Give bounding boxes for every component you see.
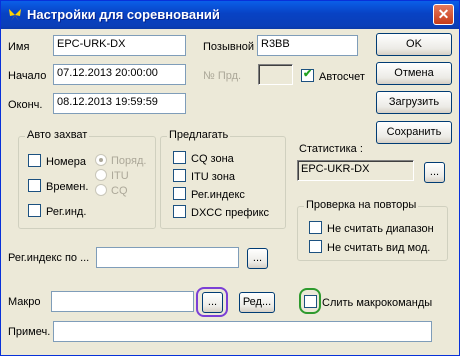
checkbox-icon: [304, 295, 317, 308]
start-field[interactable]: 07.12.2013 20:00:00: [53, 64, 186, 85]
checkbox-icon: [173, 151, 186, 164]
window-title: Настройки для соревнований: [27, 7, 220, 22]
radio-cq[interactable]: CQ: [95, 184, 128, 197]
name-field[interactable]: EPC-URK-DX: [53, 35, 186, 56]
radio-icon: [95, 184, 107, 196]
checkbox-label: CQ зона: [191, 153, 234, 165]
suggest-group: Предлагать CQ зона ITU зона Рег.индекс D…: [160, 129, 286, 229]
radio-icon: [95, 154, 107, 166]
autocount-label: Автосчет: [319, 71, 365, 83]
prev-no-field[interactable]: [258, 64, 293, 85]
auto-capture-group: Авто захват Номера Времен. Рег.инд. Поря…: [18, 129, 156, 229]
start-label: Начало: [8, 70, 47, 82]
checkbox-label: Не считать диапазон: [327, 223, 434, 235]
regindex-browse-button[interactable]: ...: [247, 248, 268, 269]
end-label: Оконч.: [8, 99, 43, 111]
suggest-regindex-checkbox[interactable]: Рег.индекс: [173, 187, 245, 201]
callsign-label: Позывной: [203, 41, 255, 53]
suggest-itu-zone-checkbox[interactable]: ITU зона: [173, 169, 235, 183]
settings-dialog: Настройки для соревнований ✕ Имя EPC-URK…: [0, 0, 460, 356]
cancel-button[interactable]: Отмена: [376, 62, 452, 85]
checkbox-label: Номера: [46, 156, 86, 168]
statistics-field[interactable]: EPC-UKR-DX: [297, 160, 414, 181]
checkbox-label: Рег.индекс: [191, 189, 245, 201]
suggest-title: Предлагать: [167, 129, 231, 141]
radio-label: CQ: [111, 185, 128, 197]
suggest-dxcc-checkbox[interactable]: DXCC префикс: [173, 205, 269, 219]
macro-label: Макро: [8, 296, 41, 308]
regindex-label: Рег.индекс по ...: [8, 252, 90, 264]
callsign-field[interactable]: R3BB: [257, 35, 358, 56]
ignore-band-checkbox[interactable]: Не считать диапазон: [309, 221, 434, 235]
checkbox-icon: [309, 221, 322, 234]
checkbox-icon: [28, 179, 41, 192]
checkbox-label: Рег.инд.: [46, 206, 87, 218]
close-button[interactable]: ✕: [433, 4, 454, 25]
macro-field[interactable]: [51, 291, 194, 312]
auto-capture-title: Авто захват: [25, 129, 90, 141]
checkbox-icon: [173, 187, 186, 200]
save-button[interactable]: Сохранить: [376, 121, 452, 144]
macro-browse-button[interactable]: ...: [202, 292, 223, 313]
note-field[interactable]: [53, 321, 432, 342]
ignore-mode-checkbox[interactable]: Не считать вид мод.: [309, 240, 430, 254]
checkbox-label: Не считать вид мод.: [327, 242, 431, 254]
repeat-check-group: Проверка на повторы Не считать диапазон …: [297, 199, 448, 261]
butterfly-icon: [9, 9, 21, 21]
checkbox-icon: [309, 240, 322, 253]
checkbox-icon: [28, 154, 41, 167]
title-bar[interactable]: Настройки для соревнований ✕: [1, 1, 459, 29]
radio-label: Поряд.: [111, 155, 147, 167]
macro-edit-button[interactable]: Ред...: [239, 292, 275, 313]
suggest-cq-zone-checkbox[interactable]: CQ зона: [173, 151, 234, 165]
name-label: Имя: [8, 41, 30, 53]
ok-button[interactable]: OK: [376, 33, 452, 56]
statistics-browse-button[interactable]: ...: [424, 162, 445, 183]
merge-macros-checkbox[interactable]: Слить макрокоманды: [304, 295, 432, 309]
radio-label: ITU: [111, 170, 129, 182]
checkbox-label: Времен.: [46, 181, 89, 193]
merge-macros-label: Слить макрокоманды: [322, 297, 433, 309]
checkbox-label: DXCC префикс: [191, 207, 270, 219]
regindex-field[interactable]: [96, 247, 239, 268]
autocount-checkbox[interactable]: Автосчет: [301, 67, 365, 83]
radio-icon: [95, 169, 107, 181]
end-field[interactable]: 08.12.2013 19:59:59: [53, 93, 186, 114]
radio-order[interactable]: Поряд.: [95, 154, 146, 167]
auto-capture-regind-checkbox[interactable]: Рег.инд.: [28, 204, 86, 218]
checkbox-icon: [173, 169, 186, 182]
prev-no-label: № Прд.: [203, 70, 242, 82]
repeat-check-title: Проверка на повторы: [304, 199, 419, 211]
checkbox-icon: [28, 204, 41, 217]
load-button[interactable]: Загрузить: [376, 91, 452, 114]
auto-capture-time-checkbox[interactable]: Времен.: [28, 179, 88, 193]
checkbox-icon: [173, 205, 186, 218]
checkbox-label: ITU зона: [191, 171, 236, 183]
checkbox-icon: [301, 67, 314, 82]
auto-capture-numbers-checkbox[interactable]: Номера: [28, 154, 86, 168]
statistics-label: Статистика :: [299, 143, 363, 155]
note-label: Примеч.: [8, 326, 51, 338]
radio-itu[interactable]: ITU: [95, 169, 129, 182]
